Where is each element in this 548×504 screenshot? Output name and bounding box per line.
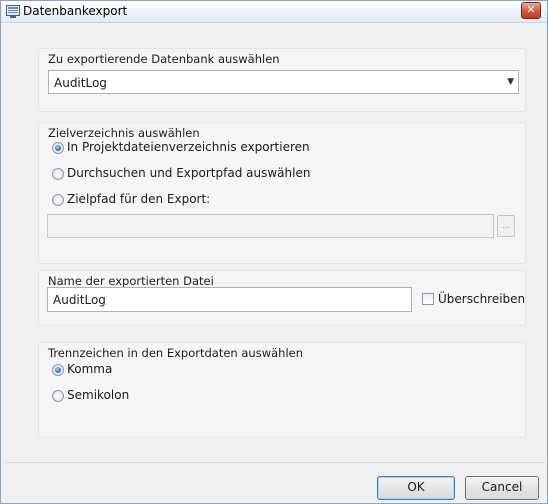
database-select-value: AuditLog	[54, 76, 107, 90]
radio-button[interactable]	[52, 194, 64, 206]
radio-button-checked[interactable]	[52, 142, 64, 154]
close-button[interactable]: ✕	[521, 2, 541, 19]
ok-button[interactable]: OK	[377, 476, 455, 500]
radio-comma-label: Komma	[67, 362, 113, 376]
radio-semicolon[interactable]: Semikolon	[52, 388, 212, 404]
separator-group-title: Trennzeichen in den Exportdaten auswähle…	[48, 346, 304, 360]
dialog-body: Zu exportierende Datenbank auswählen Aud…	[5, 24, 545, 501]
database-group: Zu exportierende Datenbank auswählen Aud…	[38, 48, 526, 112]
cancel-button[interactable]: Cancel	[465, 476, 539, 500]
radio-button-checked[interactable]	[52, 364, 64, 376]
export-path-field[interactable]	[47, 214, 494, 238]
target-group-title: Zielverzeichnis auswählen	[48, 126, 200, 140]
radio-browse-path[interactable]: Durchsuchen und Exportpfad auswählen	[52, 166, 312, 182]
database-select[interactable]: AuditLog ▼	[48, 70, 519, 94]
overwrite-checkbox[interactable]	[422, 293, 434, 305]
radio-custom-path[interactable]: Zielpfad für den Export:	[52, 192, 312, 208]
chevron-down-icon: ▼	[507, 77, 514, 87]
overwrite-label[interactable]: Überschreiben	[438, 292, 525, 306]
radio-custom-path-label: Zielpfad für den Export:	[67, 192, 211, 206]
radio-project-directory-label: In Projektdateienverzeichnis exportieren	[67, 140, 310, 154]
radio-button[interactable]	[52, 168, 64, 180]
close-icon: ✕	[526, 3, 536, 16]
export-dialog: Datenbankexport ✕ Zu exportierende Daten…	[0, 0, 548, 504]
filename-group-title: Name der exportierten Datei	[48, 274, 214, 288]
radio-semicolon-label: Semikolon	[67, 388, 130, 402]
filename-value: AuditLog	[53, 293, 106, 307]
radio-project-directory[interactable]: In Projektdateienverzeichnis exportieren	[52, 140, 312, 156]
filename-field[interactable]: AuditLog	[47, 287, 412, 312]
browse-button[interactable]: ...	[497, 215, 515, 237]
title-bar[interactable]: Datenbankexport ✕	[1, 1, 547, 23]
radio-button[interactable]	[52, 390, 64, 402]
footer-divider	[5, 462, 545, 463]
window-title: Datenbankexport	[23, 4, 128, 18]
database-export-icon	[6, 5, 20, 18]
radio-comma[interactable]: Komma	[52, 362, 212, 378]
database-group-title: Zu exportierende Datenbank auswählen	[48, 52, 280, 66]
radio-browse-path-label: Durchsuchen und Exportpfad auswählen	[67, 166, 311, 180]
